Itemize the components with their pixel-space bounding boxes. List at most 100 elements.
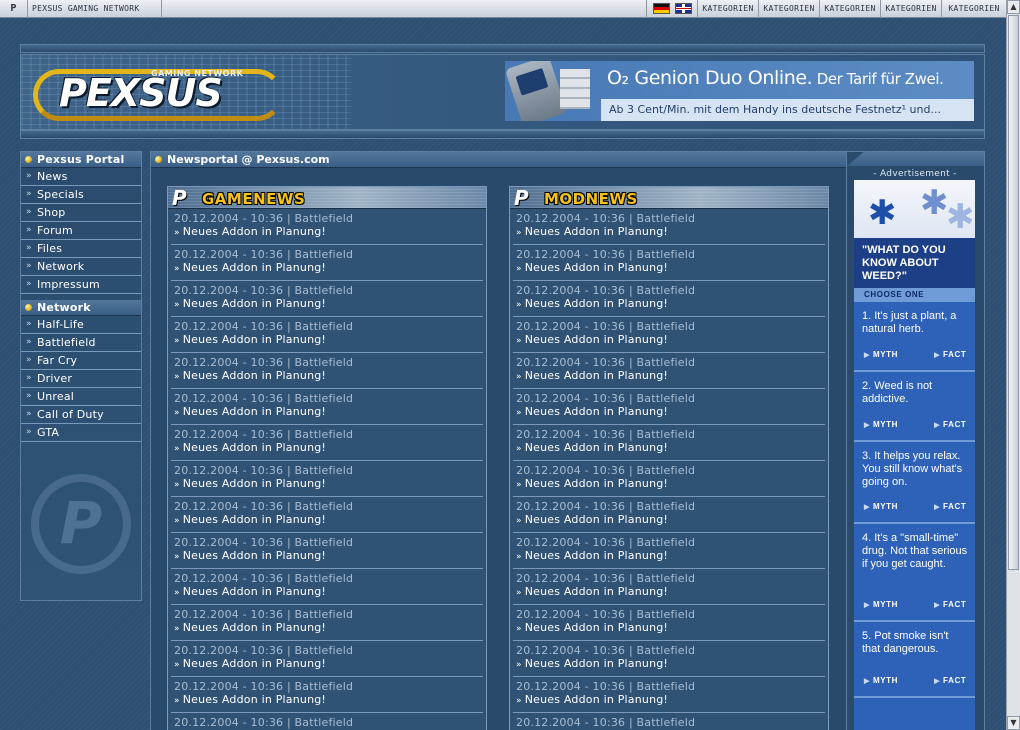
news-meta[interactable]: 20.12.2004 - 10:36 | Battlefield — [516, 356, 825, 369]
sidebar-item-shop[interactable]: » Shop — [21, 204, 141, 222]
news-meta[interactable]: 20.12.2004 - 10:36 | Battlefield — [174, 644, 483, 657]
news-title-link[interactable]: »Neues Addon in Planung! — [174, 585, 483, 600]
news-title-link[interactable]: »Neues Addon in Planung! — [174, 477, 483, 492]
news-meta[interactable]: 20.12.2004 - 10:36 | Battlefield — [516, 248, 825, 261]
fact-button[interactable]: ▶ FACT — [934, 676, 975, 685]
english-flag-icon[interactable] — [675, 3, 692, 14]
news-meta[interactable]: 20.12.2004 - 10:36 | Battlefield — [516, 284, 825, 297]
news-title-link[interactable]: »Neues Addon in Planung! — [174, 693, 483, 708]
sidebar-item-unreal[interactable]: » Unreal — [21, 388, 141, 406]
sidebar-item-battlefield[interactable]: » Battlefield — [21, 334, 141, 352]
news-title-link[interactable]: »Neues Addon in Planung! — [516, 621, 825, 636]
news-meta[interactable]: 20.12.2004 - 10:36 | Battlefield — [174, 392, 483, 405]
news-meta[interactable]: 20.12.2004 - 10:36 | Battlefield — [174, 464, 483, 477]
news-meta[interactable]: 20.12.2004 - 10:36 | Battlefield — [174, 716, 483, 729]
network-name-link[interactable]: Pexsus Gaming Network — [28, 0, 162, 18]
news-meta[interactable]: 20.12.2004 - 10:36 | Battlefield — [516, 680, 825, 693]
sidebar-item-call-of-duty[interactable]: » Call of Duty — [21, 406, 141, 424]
news-title-link[interactable]: »Neues Addon in Planung! — [516, 405, 825, 420]
category-menu-1[interactable]: Kategorien — [698, 0, 759, 18]
news-title-link[interactable]: »Neues Addon in Planung! — [174, 441, 483, 456]
news-meta[interactable]: 20.12.2004 - 10:36 | Battlefield — [516, 644, 825, 657]
news-title-link[interactable]: »Neues Addon in Planung! — [516, 657, 825, 672]
news-meta[interactable]: 20.12.2004 - 10:36 | Battlefield — [174, 320, 483, 333]
sidebar-item-driver[interactable]: » Driver — [21, 370, 141, 388]
sidebar-item-specials[interactable]: » Specials — [21, 186, 141, 204]
sidebar-item-half-life[interactable]: » Half-Life — [21, 316, 141, 334]
sidebar-item-gta[interactable]: » GTA — [21, 424, 141, 442]
anti-drug-ad[interactable]: ✱ ✱ ✱ "WHAT DO YOU KNOW ABOUT WEED?" CHO… — [854, 180, 975, 730]
news-meta[interactable]: 20.12.2004 - 10:36 | Battlefield — [174, 284, 483, 297]
news-title-link[interactable]: »Neues Addon in Planung! — [516, 513, 825, 528]
fact-button[interactable]: ▶ FACT — [934, 502, 975, 511]
news-meta[interactable]: 20.12.2004 - 10:36 | Battlefield — [516, 320, 825, 333]
myth-button[interactable]: ▶ MYTH — [864, 600, 916, 609]
news-title-link[interactable]: »Neues Addon in Planung! — [174, 405, 483, 420]
news-title-link[interactable]: »Neues Addon in Planung! — [516, 693, 825, 708]
news-title-link[interactable]: »Neues Addon in Planung! — [174, 297, 483, 312]
news-title-link[interactable]: »Neues Addon in Planung! — [174, 369, 483, 384]
category-menu-3[interactable]: Kategorien — [820, 0, 881, 18]
fact-button[interactable]: ▶ FACT — [934, 420, 975, 429]
news-meta[interactable]: 20.12.2004 - 10:36 | Battlefield — [516, 212, 825, 225]
fact-button[interactable]: ▶ FACT — [934, 600, 975, 609]
news-title-link[interactable]: »Neues Addon in Planung! — [516, 333, 825, 348]
news-title-link[interactable]: »Neues Addon in Planung! — [516, 549, 825, 564]
sidebar-item-files[interactable]: » Files — [21, 240, 141, 258]
scroll-down-icon[interactable]: ▼ — [1007, 716, 1020, 730]
category-menu-2[interactable]: Kategorien — [759, 0, 820, 18]
sidebar-item-news[interactable]: » News — [21, 168, 141, 186]
myth-button[interactable]: ▶ MYTH — [864, 420, 916, 429]
news-meta[interactable]: 20.12.2004 - 10:36 | Battlefield — [516, 428, 825, 441]
network-logo-icon[interactable]: P — [0, 0, 28, 18]
news-title-link[interactable]: »Neues Addon in Planung! — [516, 477, 825, 492]
sidebar-item-network[interactable]: » Network — [21, 258, 141, 276]
news-meta[interactable]: 20.12.2004 - 10:36 | Battlefield — [174, 212, 483, 225]
news-title-link[interactable]: »Neues Addon in Planung! — [174, 333, 483, 348]
sidebar-item-impressum[interactable]: » Impressum — [21, 276, 141, 294]
news-meta[interactable]: 20.12.2004 - 10:36 | Battlefield — [516, 464, 825, 477]
news-meta[interactable]: 20.12.2004 - 10:36 | Battlefield — [516, 500, 825, 513]
sidebar-item-far-cry[interactable]: » Far Cry — [21, 352, 141, 370]
ad-quiz-item: 3. It helps you relax. You still know wh… — [854, 442, 975, 524]
scroll-thumb[interactable] — [1008, 15, 1019, 570]
news-meta[interactable]: 20.12.2004 - 10:36 | Battlefield — [174, 500, 483, 513]
myth-button[interactable]: ▶ MYTH — [864, 350, 916, 359]
news-meta[interactable]: 20.12.2004 - 10:36 | Battlefield — [516, 572, 825, 585]
news-meta[interactable]: 20.12.2004 - 10:36 | Battlefield — [516, 536, 825, 549]
german-flag-icon[interactable] — [653, 3, 670, 14]
category-menu-5[interactable]: Kategorien — [942, 0, 1006, 18]
news-meta[interactable]: 20.12.2004 - 10:36 | Battlefield — [516, 608, 825, 621]
news-meta[interactable]: 20.12.2004 - 10:36 | Battlefield — [174, 428, 483, 441]
news-title-link[interactable]: »Neues Addon in Planung! — [516, 441, 825, 456]
news-title-link[interactable]: »Neues Addon in Planung! — [174, 261, 483, 276]
fact-button[interactable]: ▶ FACT — [934, 350, 975, 359]
news-title-link[interactable]: »Neues Addon in Planung! — [174, 621, 483, 636]
news-title-link[interactable]: »Neues Addon in Planung! — [516, 261, 825, 276]
news-title-link[interactable]: »Neues Addon in Planung! — [174, 549, 483, 564]
news-meta[interactable]: 20.12.2004 - 10:36 | Battlefield — [516, 716, 825, 729]
news-title-link[interactable]: »Neues Addon in Planung! — [174, 657, 483, 672]
myth-button[interactable]: ▶ MYTH — [864, 502, 916, 511]
news-title-link[interactable]: »Neues Addon in Planung! — [516, 225, 825, 240]
pexsus-emblem-icon: P — [31, 474, 131, 574]
scroll-up-icon[interactable]: ▲ — [1007, 0, 1020, 14]
news-meta[interactable]: 20.12.2004 - 10:36 | Battlefield — [174, 680, 483, 693]
news-meta[interactable]: 20.12.2004 - 10:36 | Battlefield — [174, 572, 483, 585]
news-title-link[interactable]: »Neues Addon in Planung! — [516, 369, 825, 384]
category-menu-4[interactable]: Kategorien — [881, 0, 942, 18]
ad-quiz-list: 1. It's just a plant, a natural herb. ▶ MY… — [854, 302, 975, 698]
o2-ad-banner[interactable]: O₂ Genion Duo Online. Der Tarif für Zwei… — [505, 61, 974, 121]
news-meta[interactable]: 20.12.2004 - 10:36 | Battlefield — [174, 608, 483, 621]
news-title-link[interactable]: »Neues Addon in Planung! — [516, 297, 825, 312]
news-meta[interactable]: 20.12.2004 - 10:36 | Battlefield — [174, 248, 483, 261]
news-meta[interactable]: 20.12.2004 - 10:36 | Battlefield — [174, 536, 483, 549]
page-scrollbar[interactable]: ▲ ▼ — [1006, 0, 1020, 730]
news-title-link[interactable]: »Neues Addon in Planung! — [516, 585, 825, 600]
news-meta[interactable]: 20.12.2004 - 10:36 | Battlefield — [516, 392, 825, 405]
news-title-link[interactable]: »Neues Addon in Planung! — [174, 225, 483, 240]
news-title-link[interactable]: »Neues Addon in Planung! — [174, 513, 483, 528]
sidebar-item-forum[interactable]: » Forum — [21, 222, 141, 240]
news-meta[interactable]: 20.12.2004 - 10:36 | Battlefield — [174, 356, 483, 369]
myth-button[interactable]: ▶ MYTH — [864, 676, 916, 685]
